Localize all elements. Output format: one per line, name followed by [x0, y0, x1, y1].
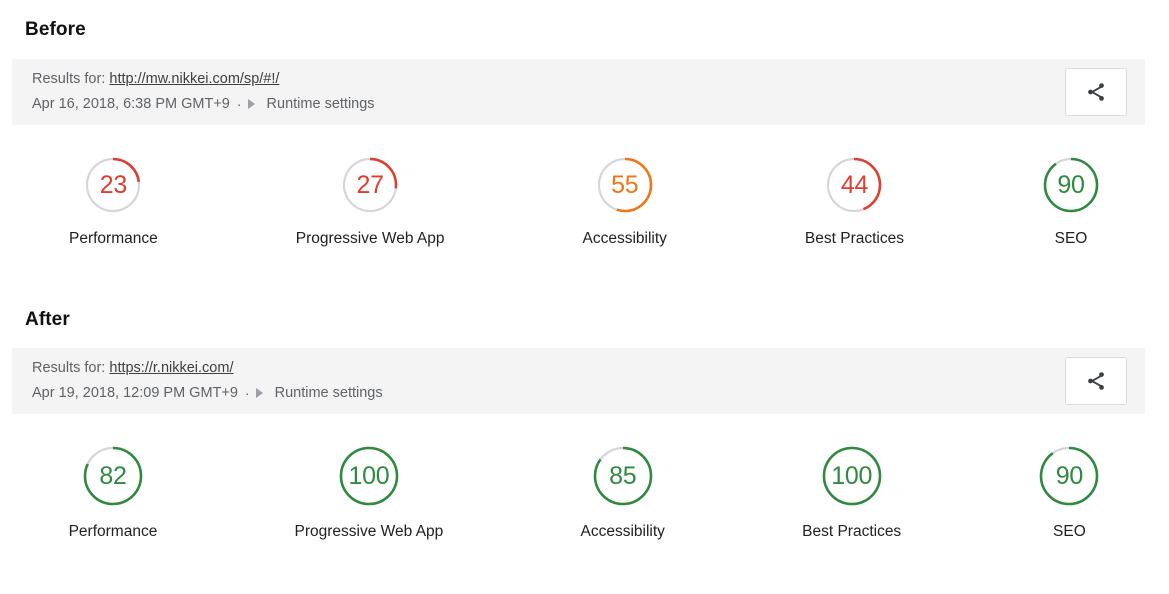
score-cell-pwa[interactable]: 27 Progressive Web App	[296, 156, 445, 248]
results-line-after: Results for: https://r.nikkei.com/	[32, 358, 383, 379]
score-cell-seo[interactable]: 90 SEO	[1042, 156, 1100, 248]
share-button[interactable]	[1065, 68, 1127, 116]
score-label: Accessibility	[580, 523, 665, 540]
score-value: 100	[348, 461, 390, 490]
score-value: 90	[1055, 461, 1084, 490]
score-cell-best-practices[interactable]: 44 Best Practices	[805, 156, 904, 248]
score-cell-performance[interactable]: 82 Performance	[68, 445, 158, 541]
score-value: 85	[609, 461, 637, 490]
score-cell-accessibility[interactable]: 85 Accessibility	[581, 445, 665, 541]
report-header-before: Results for: http://mw.nikkei.com/sp/#!/…	[12, 59, 1145, 125]
score-label: Performance	[69, 230, 158, 247]
separator-dot: ·	[244, 384, 250, 401]
score-gauge-performance: 23	[84, 156, 142, 214]
score-gauge-seo: 90	[1038, 445, 1100, 507]
score-value: 23	[99, 170, 128, 199]
caret-right-icon[interactable]	[247, 99, 255, 109]
section-heading-before: Before	[25, 19, 86, 40]
score-cell-best-practices[interactable]: 100 Best Practices	[802, 445, 901, 541]
share-icon	[1088, 83, 1104, 101]
results-for-label: Results for:	[32, 71, 106, 88]
score-label: Best Practices	[802, 523, 902, 540]
scores-row-after: 82 Performance 100 Progressive Web App 8…	[0, 445, 1169, 541]
score-value: 82	[99, 461, 127, 490]
share-button[interactable]	[1065, 357, 1127, 405]
score-gauge-accessibility: 55	[596, 156, 654, 214]
score-cell-pwa[interactable]: 100 Progressive Web App	[294, 445, 444, 541]
caret-right-icon[interactable]	[255, 388, 263, 398]
score-label: SEO	[1054, 230, 1088, 247]
score-label: SEO	[1053, 523, 1086, 540]
report-url-link[interactable]: http://mw.nikkei.com/sp/#!/	[109, 71, 279, 87]
score-gauge-accessibility: 85	[592, 445, 654, 507]
score-label: Progressive Web App	[295, 230, 445, 247]
timestamp-line-after: Apr 19, 2018, 12:09 PM GMT+9 · Runtime s…	[32, 383, 383, 404]
score-gauge-performance: 82	[82, 445, 144, 507]
score-gauge-pwa: 100	[338, 445, 400, 507]
runtime-settings-link[interactable]: Runtime settings	[267, 94, 375, 115]
report-meta-before: Results for: http://mw.nikkei.com/sp/#!/…	[32, 69, 375, 114]
score-label: Performance	[68, 523, 158, 540]
score-cell-accessibility[interactable]: 55 Accessibility	[583, 156, 667, 248]
timestamp-line-before: Apr 16, 2018, 6:38 PM GMT+9 · Runtime se…	[32, 94, 375, 115]
report-header-after: Results for: https://r.nikkei.com/ Apr 1…	[12, 348, 1145, 414]
report-timestamp: Apr 19, 2018, 12:09 PM GMT+9	[32, 384, 238, 401]
section-heading-after: After	[25, 309, 70, 330]
score-cell-performance[interactable]: 23 Performance	[69, 156, 158, 248]
score-value: 100	[831, 461, 873, 490]
score-value: 44	[840, 170, 869, 199]
results-line-before: Results for: http://mw.nikkei.com/sp/#!/	[32, 69, 375, 90]
score-gauge-best-practices: 44	[825, 156, 883, 214]
score-label: Best Practices	[804, 230, 904, 247]
score-label: Accessibility	[582, 230, 667, 247]
lighthouse-comparison-page: Before Results for: http://mw.nikkei.com…	[0, 0, 1169, 594]
share-icon	[1088, 372, 1104, 390]
score-label: Progressive Web App	[294, 523, 444, 540]
score-gauge-pwa: 27	[341, 156, 399, 214]
scores-row-before: 23 Performance 27 Progressive Web App 55…	[0, 156, 1169, 248]
score-gauge-seo: 90	[1042, 156, 1100, 214]
separator-dot: ·	[236, 95, 242, 112]
score-cell-seo[interactable]: 90 SEO	[1038, 445, 1100, 541]
report-timestamp: Apr 16, 2018, 6:38 PM GMT+9	[32, 95, 230, 112]
report-meta-after: Results for: https://r.nikkei.com/ Apr 1…	[32, 358, 383, 403]
score-gauge-best-practices: 100	[821, 445, 883, 507]
score-value: 90	[1057, 170, 1085, 199]
runtime-settings-link[interactable]: Runtime settings	[275, 383, 383, 404]
results-for-label: Results for:	[32, 360, 106, 377]
score-value: 27	[356, 170, 385, 199]
score-value: 55	[611, 170, 639, 199]
report-url-link[interactable]: https://r.nikkei.com/	[109, 360, 233, 376]
